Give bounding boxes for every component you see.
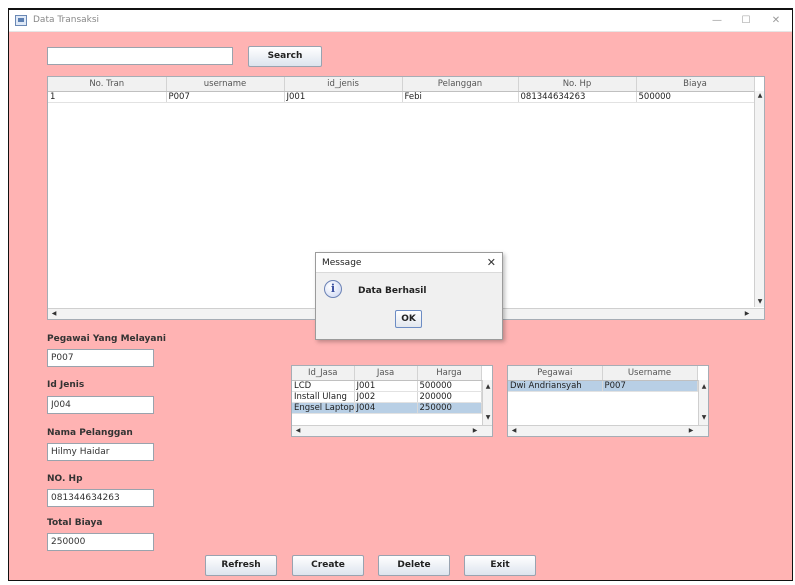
jasa-header-row: Id_Jasa Jasa Harga — [292, 366, 482, 381]
delete-button[interactable]: Delete — [378, 555, 450, 576]
column-header[interactable]: Pegawai — [508, 366, 603, 381]
scroll-up-icon[interactable]: ▲ — [755, 91, 764, 101]
vertical-scrollbar[interactable]: ▲ ▼ — [482, 380, 492, 425]
table-cell: Febi — [402, 91, 519, 103]
table-cell: Engsel Laptop — [292, 402, 355, 414]
jasa-table[interactable]: Id_Jasa Jasa Harga LCD J001 500000 Insta… — [291, 365, 493, 437]
column-header[interactable]: Username — [602, 366, 698, 381]
java-app-icon — [15, 15, 27, 26]
table-row[interactable]: LCD J001 500000 — [292, 380, 482, 392]
table-cell: 200000 — [417, 391, 482, 403]
dialog-close-icon[interactable]: ✕ — [487, 256, 496, 269]
pegawai-header-row: Pegawai Username — [508, 366, 698, 381]
table-cell: Install Ulang — [292, 391, 355, 403]
main-window: Data Transaksi — ☐ ✕ Search No. Tran use… — [8, 8, 793, 581]
scroll-down-icon[interactable]: ▼ — [483, 413, 492, 423]
table-cell: J001 — [284, 91, 403, 103]
dialog-title: Message — [322, 258, 362, 268]
scroll-left-icon[interactable]: ◀ — [293, 426, 303, 436]
create-button[interactable]: Create — [292, 555, 364, 576]
table-cell: 250000 — [417, 402, 482, 414]
column-header[interactable]: Harga — [417, 366, 482, 381]
nama-pelanggan-label: Nama Pelanggan — [47, 428, 133, 438]
refresh-button[interactable]: Refresh — [205, 555, 277, 576]
table-row[interactable]: Install Ulang J002 200000 — [292, 391, 482, 403]
column-header[interactable]: username — [166, 77, 285, 92]
table-cell: 1 — [48, 91, 167, 103]
table-cell: P007 — [602, 380, 698, 392]
pegawai-table[interactable]: Pegawai Username Dwi Andriansyah P007 ▲ … — [507, 365, 709, 437]
column-header[interactable]: Id_Jasa — [292, 366, 355, 381]
id-jenis-input[interactable] — [47, 396, 154, 414]
search-input[interactable] — [47, 47, 233, 65]
scroll-right-icon[interactable]: ▶ — [470, 426, 480, 436]
table-cell: LCD — [292, 380, 355, 392]
total-biaya-input[interactable] — [47, 533, 154, 551]
no-hp-input[interactable] — [47, 489, 154, 507]
scroll-down-icon[interactable]: ▼ — [755, 297, 764, 307]
column-header[interactable]: id_jenis — [284, 77, 403, 92]
column-header[interactable]: Pelanggan — [402, 77, 519, 92]
dialog-message: Data Berhasil — [358, 286, 427, 296]
scroll-right-icon[interactable]: ▶ — [686, 426, 696, 436]
column-header[interactable]: No. Hp — [518, 77, 637, 92]
horizontal-scrollbar[interactable]: ◀ ▶ — [292, 425, 492, 436]
horizontal-scrollbar[interactable]: ◀ ▶ — [508, 425, 708, 436]
title-bar: Data Transaksi — ☐ ✕ — [9, 10, 792, 32]
ok-button[interactable]: OK — [395, 310, 422, 328]
close-icon[interactable]: ✕ — [766, 13, 786, 28]
exit-button[interactable]: Exit — [464, 555, 536, 576]
table-cell: 081344634263 — [518, 91, 637, 103]
maximize-icon[interactable]: ☐ — [736, 13, 756, 28]
nama-pelanggan-input[interactable] — [47, 443, 154, 461]
id-jenis-label: Id Jenis — [47, 380, 85, 390]
table-cell: 500000 — [636, 91, 755, 103]
column-header[interactable]: No. Tran — [48, 77, 167, 92]
table-cell: Dwi Andriansyah — [508, 380, 603, 392]
scroll-left-icon[interactable]: ◀ — [509, 426, 519, 436]
table-row-selected[interactable]: Engsel Laptop J004 250000 — [292, 402, 482, 414]
info-icon: i — [324, 280, 342, 298]
vertical-scrollbar[interactable]: ▲ ▼ — [754, 91, 764, 307]
vertical-scrollbar[interactable]: ▲ ▼ — [698, 380, 708, 425]
table-row-selected[interactable]: Dwi Andriansyah P007 — [508, 380, 698, 392]
minimize-icon[interactable]: — — [707, 13, 727, 28]
table-cell: J001 — [354, 380, 418, 392]
scroll-left-icon[interactable]: ◀ — [49, 309, 59, 319]
transaction-header-row: No. Tran username id_jenis Pelanggan No.… — [48, 77, 755, 92]
dialog-title-bar: Message ✕ — [316, 253, 502, 273]
total-biaya-label: Total Biaya — [47, 518, 103, 528]
pegawai-input[interactable] — [47, 349, 154, 367]
table-cell: J004 — [354, 402, 418, 414]
scroll-right-icon[interactable]: ▶ — [742, 309, 752, 319]
search-button[interactable]: Search — [248, 46, 322, 67]
table-cell: J002 — [354, 391, 418, 403]
scroll-down-icon[interactable]: ▼ — [699, 413, 708, 423]
no-hp-label: NO. Hp — [47, 474, 83, 484]
table-cell: 500000 — [417, 380, 482, 392]
column-header[interactable]: Jasa — [354, 366, 418, 381]
scroll-up-icon[interactable]: ▲ — [483, 382, 492, 392]
scroll-up-icon[interactable]: ▲ — [699, 382, 708, 392]
table-row[interactable]: 1 P007 J001 Febi 081344634263 500000 — [48, 91, 755, 103]
window-title: Data Transaksi — [33, 15, 100, 25]
table-cell: P007 — [166, 91, 285, 103]
pegawai-label: Pegawai Yang Melayani — [47, 334, 166, 344]
message-dialog: Message ✕ i Data Berhasil OK — [315, 252, 503, 340]
column-header[interactable]: Biaya — [636, 77, 755, 92]
